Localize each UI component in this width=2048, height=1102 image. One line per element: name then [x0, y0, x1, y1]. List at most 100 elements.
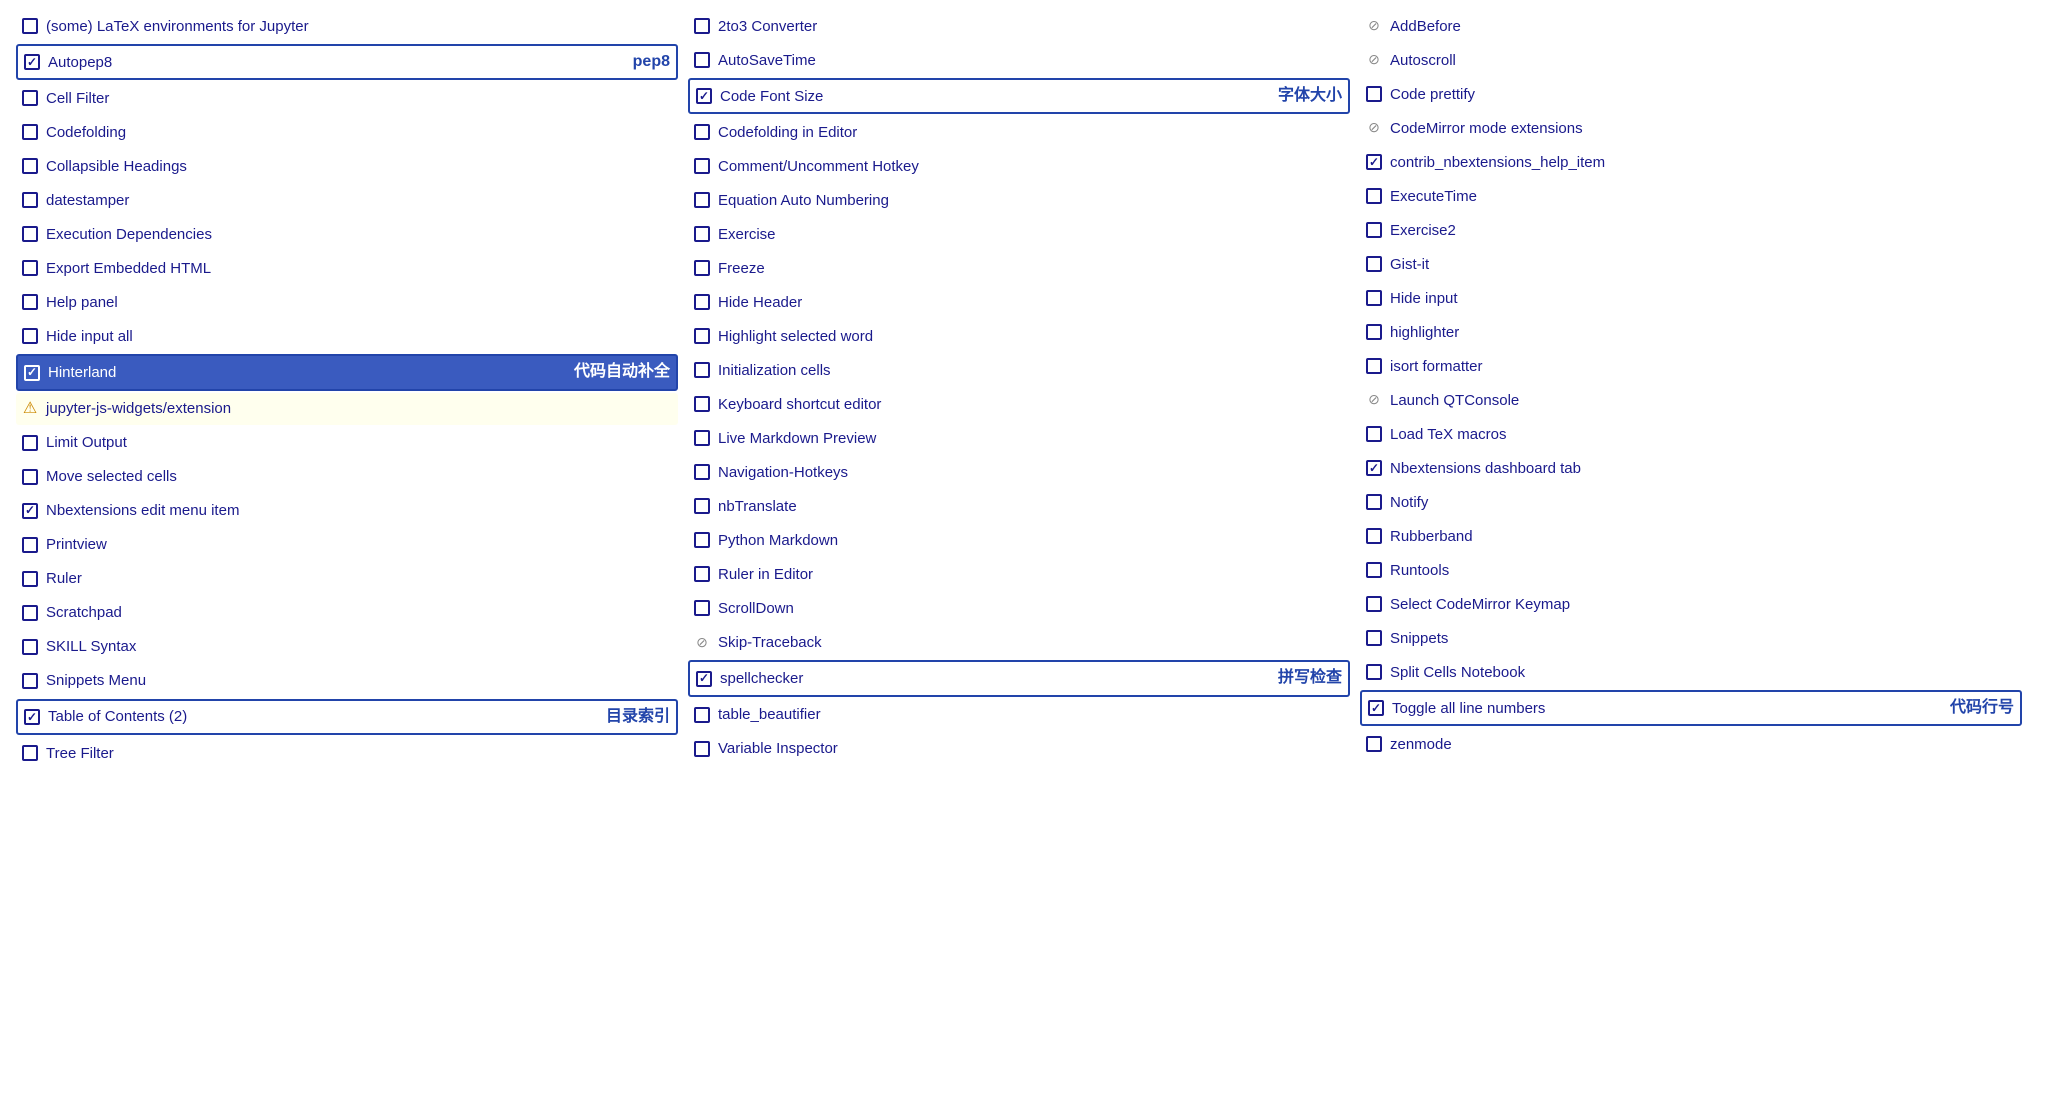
checkbox-table-beautifier[interactable] — [694, 707, 710, 723]
item-snippets-menu[interactable]: Snippets Menu — [16, 665, 678, 697]
item-isort-formatter[interactable]: isort formatter — [1360, 350, 2022, 382]
item-snippets[interactable]: Snippets — [1360, 622, 2022, 654]
checkbox-toggle-line-numbers[interactable] — [1368, 700, 1384, 716]
checkbox-execute-time[interactable] — [1366, 188, 1382, 204]
checkbox-ruler-editor[interactable] — [694, 566, 710, 582]
item-skill-syntax[interactable]: SKILL Syntax — [16, 631, 678, 663]
checkbox-split-cells[interactable] — [1366, 664, 1382, 680]
item-equation-auto[interactable]: Equation Auto Numbering — [688, 184, 1350, 216]
checkbox-nbextensions-edit[interactable] — [22, 503, 38, 519]
item-runtools[interactable]: Runtools — [1360, 554, 2022, 586]
item-move-cells[interactable]: Move selected cells — [16, 461, 678, 493]
item-scrolldown[interactable]: ScrollDown — [688, 592, 1350, 624]
item-execution-deps[interactable]: Execution Dependencies — [16, 218, 678, 250]
item-autopep8[interactable]: Autopep8pep8 — [16, 44, 678, 80]
checkbox-addbefore[interactable]: ⊘ — [1366, 18, 1382, 34]
item-highlighter[interactable]: highlighter — [1360, 316, 2022, 348]
item-select-codemirror[interactable]: Select CodeMirror Keymap — [1360, 588, 2022, 620]
item-zenmode[interactable]: zenmode — [1360, 728, 2022, 760]
checkbox-exercise[interactable] — [694, 226, 710, 242]
item-launch-qtconsole[interactable]: ⊘Launch QTConsole — [1360, 384, 2022, 416]
checkbox-codemirror-mode[interactable]: ⊘ — [1366, 120, 1382, 136]
item-hide-input[interactable]: Hide input — [1360, 282, 2022, 314]
checkbox-nbtranslate[interactable] — [694, 498, 710, 514]
item-addbefore[interactable]: ⊘AddBefore — [1360, 10, 2022, 42]
checkbox-snippets[interactable] — [1366, 630, 1382, 646]
checkbox-live-markdown[interactable] — [694, 430, 710, 446]
checkbox-highlighter[interactable] — [1366, 324, 1382, 340]
checkbox-latex[interactable] — [22, 18, 38, 34]
item-python-markdown[interactable]: Python Markdown — [688, 524, 1350, 556]
checkbox-equation-auto[interactable] — [694, 192, 710, 208]
checkbox-scratchpad[interactable] — [22, 605, 38, 621]
checkbox-codefolding[interactable] — [22, 124, 38, 140]
item-code-prettify[interactable]: Code prettify — [1360, 78, 2022, 110]
item-limit-output[interactable]: Limit Output — [16, 427, 678, 459]
checkbox-limit-output[interactable] — [22, 435, 38, 451]
checkbox-skill-syntax[interactable] — [22, 639, 38, 655]
item-skip-traceback[interactable]: ⊘Skip-Traceback — [688, 626, 1350, 658]
item-nav-hotkeys[interactable]: Navigation-Hotkeys — [688, 456, 1350, 488]
item-toc2[interactable]: Table of Contents (2)目录索引 — [16, 699, 678, 735]
checkbox-nbextensions-dashboard[interactable] — [1366, 460, 1382, 476]
checkbox-contrib-help[interactable] — [1366, 154, 1382, 170]
item-notify[interactable]: Notify — [1360, 486, 2022, 518]
checkbox-move-cells[interactable] — [22, 469, 38, 485]
item-printview[interactable]: Printview — [16, 529, 678, 561]
item-help-panel[interactable]: Help panel — [16, 286, 678, 318]
item-keyboard-shortcut[interactable]: Keyboard shortcut editor — [688, 388, 1350, 420]
checkbox-freeze[interactable] — [694, 260, 710, 276]
item-init-cells[interactable]: Initialization cells — [688, 354, 1350, 386]
checkbox-highlight-word[interactable] — [694, 328, 710, 344]
item-spellchecker[interactable]: spellchecker拼写检查 — [688, 660, 1350, 696]
checkbox-notify[interactable] — [1366, 494, 1382, 510]
checkbox-execution-deps[interactable] — [22, 226, 38, 242]
checkbox-hinterland[interactable] — [24, 365, 40, 381]
checkbox-autoscroll[interactable]: ⊘ — [1366, 52, 1382, 68]
item-latex[interactable]: (some) LaTeX environments for Jupyter — [16, 10, 678, 42]
checkbox-export-html[interactable] — [22, 260, 38, 276]
item-hinterland[interactable]: Hinterland代码自动补全 — [16, 354, 678, 390]
checkbox-codefolding-editor[interactable] — [694, 124, 710, 140]
checkbox-variable-inspector[interactable] — [694, 741, 710, 757]
item-toggle-line-numbers[interactable]: Toggle all line numbers代码行号 — [1360, 690, 2022, 726]
checkbox-isort-formatter[interactable] — [1366, 358, 1382, 374]
checkbox-autopep8[interactable] — [24, 54, 40, 70]
checkbox-select-codemirror[interactable] — [1366, 596, 1382, 612]
item-nbtranslate[interactable]: nbTranslate — [688, 490, 1350, 522]
checkbox-ruler[interactable] — [22, 571, 38, 587]
item-nbextensions-dashboard[interactable]: Nbextensions dashboard tab — [1360, 452, 2022, 484]
checkbox-autosavetime[interactable] — [694, 52, 710, 68]
checkbox-nav-hotkeys[interactable] — [694, 464, 710, 480]
checkbox-help-panel[interactable] — [22, 294, 38, 310]
item-codefolding[interactable]: Codefolding — [16, 116, 678, 148]
checkbox-zenmode[interactable] — [1366, 736, 1382, 752]
checkbox-rubberband[interactable] — [1366, 528, 1382, 544]
item-nbextensions-edit[interactable]: Nbextensions edit menu item — [16, 495, 678, 527]
item-codefolding-editor[interactable]: Codefolding in Editor — [688, 116, 1350, 148]
item-datestamper[interactable]: datestamper — [16, 184, 678, 216]
checkbox-code-font-size[interactable] — [696, 88, 712, 104]
checkbox-load-tex-macros[interactable] — [1366, 426, 1382, 442]
item-export-html[interactable]: Export Embedded HTML — [16, 252, 678, 284]
checkbox-cell-filter[interactable] — [22, 90, 38, 106]
checkbox-hide-header[interactable] — [694, 294, 710, 310]
item-rubberband[interactable]: Rubberband — [1360, 520, 2022, 552]
item-jupyter-js-widgets[interactable]: ⚠jupyter-js-widgets/extension — [16, 393, 678, 425]
checkbox-python-markdown[interactable] — [694, 532, 710, 548]
item-hide-header[interactable]: Hide Header — [688, 286, 1350, 318]
item-ruler[interactable]: Ruler — [16, 563, 678, 595]
item-2to3[interactable]: 2to3 Converter — [688, 10, 1350, 42]
item-comment-hotkey[interactable]: Comment/Uncomment Hotkey — [688, 150, 1350, 182]
item-table-beautifier[interactable]: table_beautifier — [688, 699, 1350, 731]
checkbox-skip-traceback[interactable]: ⊘ — [694, 634, 710, 650]
item-execute-time[interactable]: ExecuteTime — [1360, 180, 2022, 212]
checkbox-spellchecker[interactable] — [696, 671, 712, 687]
item-code-font-size[interactable]: Code Font Size字体大小 — [688, 78, 1350, 114]
item-collapsible-headings[interactable]: Collapsible Headings — [16, 150, 678, 182]
item-ruler-editor[interactable]: Ruler in Editor — [688, 558, 1350, 590]
item-load-tex-macros[interactable]: Load TeX macros — [1360, 418, 2022, 450]
item-exercise2[interactable]: Exercise2 — [1360, 214, 2022, 246]
checkbox-jupyter-js-widgets[interactable]: ⚠ — [22, 401, 38, 417]
item-variable-inspector[interactable]: Variable Inspector — [688, 733, 1350, 765]
